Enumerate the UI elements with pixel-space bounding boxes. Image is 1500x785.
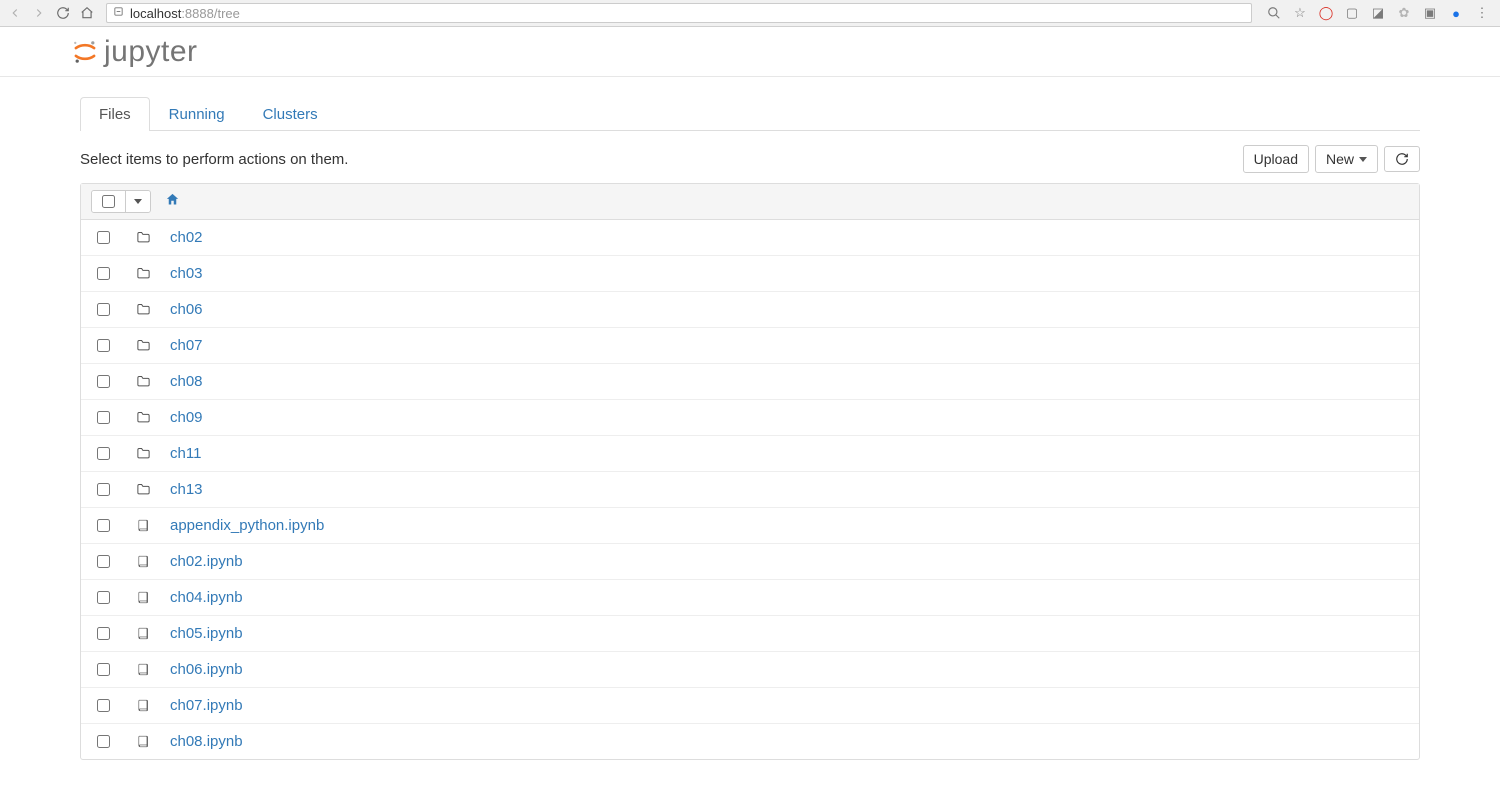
item-link[interactable]: ch11	[170, 445, 201, 462]
item-checkbox[interactable]	[97, 375, 110, 388]
site-info-icon[interactable]	[113, 6, 124, 20]
item-checkbox[interactable]	[97, 699, 110, 712]
jupyter-icon	[72, 39, 98, 65]
select-all-checkbox[interactable]	[102, 195, 115, 208]
address-bar[interactable]: localhost:8888/tree	[106, 3, 1252, 23]
notebook-icon	[134, 554, 152, 569]
forward-button[interactable]	[30, 4, 48, 22]
home-button[interactable]	[78, 4, 96, 22]
folder-icon	[134, 230, 152, 245]
folder-icon	[134, 410, 152, 425]
item-checkbox[interactable]	[97, 303, 110, 316]
home-icon	[165, 192, 180, 207]
extension-icon-4[interactable]: ✿	[1396, 5, 1412, 21]
item-checkbox[interactable]	[97, 231, 110, 244]
folder-icon	[134, 266, 152, 281]
notebook-icon	[134, 662, 152, 677]
reload-button[interactable]	[54, 4, 72, 22]
item-checkbox[interactable]	[97, 267, 110, 280]
list-item: ch02.ipynb	[81, 543, 1419, 579]
item-link[interactable]: ch08	[170, 373, 203, 390]
list-item: ch06	[81, 291, 1419, 327]
item-checkbox[interactable]	[97, 627, 110, 640]
url-text: localhost:8888/tree	[130, 6, 240, 21]
tab-clusters[interactable]: Clusters	[244, 97, 337, 131]
list-item: ch07.ipynb	[81, 687, 1419, 723]
list-item: ch06.ipynb	[81, 651, 1419, 687]
item-link[interactable]: ch09	[170, 409, 203, 426]
list-item: ch13	[81, 471, 1419, 507]
list-item: ch04.ipynb	[81, 579, 1419, 615]
list-item: ch03	[81, 255, 1419, 291]
notebook-icon	[134, 626, 152, 641]
item-link[interactable]: ch02	[170, 229, 203, 246]
item-link[interactable]: ch02.ipynb	[170, 553, 243, 570]
file-list: ch02 ch03 ch06 ch07 ch08 ch09 ch11 ch13 appendix…	[80, 183, 1420, 760]
upload-button[interactable]: Upload	[1243, 145, 1309, 173]
list-item: appendix_python.ipynb	[81, 507, 1419, 543]
extension-icon-3[interactable]: ◪	[1370, 5, 1386, 21]
item-checkbox[interactable]	[97, 447, 110, 460]
item-checkbox[interactable]	[97, 735, 110, 748]
new-dropdown[interactable]: New	[1315, 145, 1378, 173]
cast-icon[interactable]: ▣	[1422, 5, 1438, 21]
folder-icon	[134, 374, 152, 389]
refresh-button[interactable]	[1384, 146, 1420, 172]
folder-icon	[134, 482, 152, 497]
item-checkbox[interactable]	[97, 663, 110, 676]
tab-files[interactable]: Files	[80, 97, 150, 131]
folder-icon	[134, 446, 152, 461]
tab-running[interactable]: Running	[150, 97, 244, 131]
list-item: ch07	[81, 327, 1419, 363]
breadcrumb-home[interactable]	[165, 192, 180, 211]
notebook-icon	[134, 590, 152, 605]
logo-text: jupyter	[104, 35, 198, 69]
back-button[interactable]	[6, 4, 24, 22]
item-link[interactable]: appendix_python.ipynb	[170, 517, 324, 534]
list-item: ch02	[81, 220, 1419, 255]
list-item: ch05.ipynb	[81, 615, 1419, 651]
extension-icon-1[interactable]: ◯	[1318, 5, 1334, 21]
item-link[interactable]: ch07.ipynb	[170, 697, 243, 714]
chevron-down-icon	[134, 199, 142, 204]
item-link[interactable]: ch05.ipynb	[170, 625, 243, 642]
item-link[interactable]: ch06.ipynb	[170, 661, 243, 678]
notebook-icon	[134, 518, 152, 533]
refresh-icon	[1395, 152, 1409, 166]
item-link[interactable]: ch03	[170, 265, 203, 282]
page-header: jupyter	[0, 27, 1500, 77]
list-item: ch09	[81, 399, 1419, 435]
item-link[interactable]: ch07	[170, 337, 203, 354]
menu-icon[interactable]: ⋮	[1474, 5, 1490, 21]
item-checkbox[interactable]	[97, 411, 110, 424]
tab-bar: FilesRunningClusters	[80, 97, 1420, 131]
item-checkbox[interactable]	[97, 483, 110, 496]
folder-icon	[134, 302, 152, 317]
item-checkbox[interactable]	[97, 519, 110, 532]
select-menu-dropdown[interactable]	[125, 191, 150, 212]
notebook-icon	[134, 734, 152, 749]
item-link[interactable]: ch04.ipynb	[170, 589, 243, 606]
list-item: ch11	[81, 435, 1419, 471]
extension-icon-5[interactable]: ●	[1448, 5, 1464, 21]
hint-text: Select items to perform actions on them.	[80, 151, 348, 168]
list-item: ch08.ipynb	[81, 723, 1419, 759]
extension-icon-2[interactable]: ▢	[1344, 5, 1360, 21]
item-link[interactable]: ch08.ipynb	[170, 733, 243, 750]
item-link[interactable]: ch06	[170, 301, 203, 318]
jupyter-logo[interactable]: jupyter	[72, 35, 198, 69]
folder-icon	[134, 338, 152, 353]
star-icon[interactable]: ☆	[1292, 5, 1308, 21]
item-link[interactable]: ch13	[170, 481, 203, 498]
item-checkbox[interactable]	[97, 555, 110, 568]
notebook-icon	[134, 698, 152, 713]
item-checkbox[interactable]	[97, 339, 110, 352]
list-header	[81, 184, 1419, 220]
browser-toolbar: localhost:8888/tree ☆ ◯ ▢ ◪ ✿ ▣ ● ⋮	[0, 0, 1500, 27]
chevron-down-icon	[1359, 157, 1367, 162]
zoom-icon[interactable]	[1266, 5, 1282, 21]
list-item: ch08	[81, 363, 1419, 399]
item-checkbox[interactable]	[97, 591, 110, 604]
